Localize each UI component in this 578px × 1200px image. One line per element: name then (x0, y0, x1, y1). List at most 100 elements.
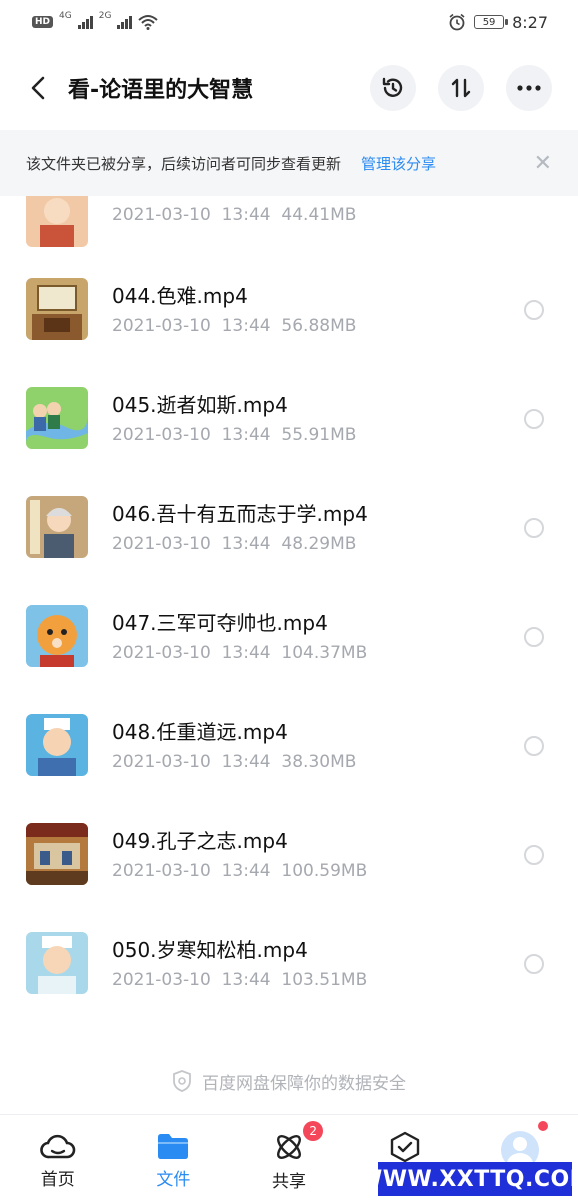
list-item[interactable]: 050.岁寒知松柏.mp4 2021-03-10 13:44 103.51MB (0, 924, 578, 1033)
status-right: 59 8:27 (448, 13, 548, 32)
hd-icon: HD (32, 16, 54, 28)
file-time: 13:44 (221, 861, 271, 881)
share-orbit-icon (277, 1135, 301, 1159)
more-button[interactable] (506, 65, 552, 111)
nav-files[interactable]: 文件 (116, 1115, 232, 1200)
video-thumbnail (26, 714, 88, 776)
manage-share-link[interactable]: 管理该分享 (361, 153, 436, 174)
file-time: 13:44 (221, 425, 271, 445)
wifi-icon (138, 15, 159, 30)
header: 看-论语里的大智慧 (0, 62, 578, 114)
file-time: 13:44 (221, 205, 271, 225)
share-count-badge: 2 (303, 1121, 324, 1141)
alarm-icon (449, 13, 465, 31)
file-size: 104.37MB (281, 643, 368, 663)
select-radio[interactable] (524, 627, 544, 647)
video-thumbnail (26, 823, 88, 885)
status-left: HD 4G 2G (32, 11, 159, 30)
file-meta: 2021-03-10 13:44 48.29MB (112, 534, 356, 554)
history-button[interactable] (370, 65, 416, 111)
file-time: 13:44 (221, 752, 271, 772)
file-name: 046.吾十有五而志于学.mp4 (112, 502, 368, 526)
notification-dot (538, 1121, 549, 1131)
file-meta: 2021-03-10 13:44 55.91MB (112, 425, 356, 445)
file-date: 2021-03-10 (112, 752, 211, 772)
file-date: 2021-03-10 (112, 316, 211, 336)
video-thumbnail (26, 278, 88, 340)
file-name: 044.色难.mp4 (112, 284, 248, 308)
file-meta: 2021-03-10 13:44 44.41MB (112, 205, 356, 225)
file-size: 38.30MB (281, 752, 357, 772)
file-date: 2021-03-10 (112, 643, 211, 663)
file-name: 048.任重道远.mp4 (112, 720, 288, 744)
list-item[interactable]: 046.吾十有五而志于学.mp4 2021-03-10 13:44 48.29M… (0, 488, 578, 597)
nav-home-label: 首页 (40, 1170, 75, 1190)
network-2g-label: 2G (98, 11, 112, 21)
share-notice-text: 该文件夹已被分享，后续访问者可同步查看更新 (26, 154, 342, 173)
file-size: 103.51MB (281, 970, 368, 990)
file-time: 13:44 (221, 316, 271, 336)
file-time: 13:44 (221, 970, 271, 990)
list-item[interactable]: 047.三军可夺帅也.mp4 2021-03-10 13:44 104.37MB (0, 597, 578, 706)
file-date: 2021-03-10 (112, 425, 211, 445)
battery-icon: 59 (474, 15, 509, 29)
back-button[interactable] (26, 68, 50, 108)
list-item[interactable]: 045.逝者如斯.mp4 2021-03-10 13:44 55.91MB (0, 379, 578, 488)
select-radio[interactable] (524, 518, 544, 538)
shield-icon (173, 1070, 191, 1092)
file-meta: 2021-03-10 13:44 38.30MB (112, 752, 356, 772)
file-size: 56.88MB (281, 316, 357, 336)
nav-home[interactable]: 首页 (0, 1115, 116, 1200)
file-list[interactable]: 2021-03-10 13:44 44.41MB 044.色难.mp4 2021… (0, 196, 578, 1056)
file-size: 100.59MB (281, 861, 368, 881)
close-icon[interactable]: ✕ (534, 151, 552, 176)
select-radio[interactable] (524, 409, 544, 429)
file-name: 045.逝者如斯.mp4 (112, 393, 288, 417)
file-date: 2021-03-10 (112, 861, 211, 881)
network-4g-label: 4G (59, 11, 72, 21)
video-thumbnail (26, 496, 88, 558)
file-meta: 2021-03-10 13:44 104.37MB (112, 643, 367, 663)
signal-icon (77, 15, 93, 29)
list-item[interactable]: 049.孔子之志.mp4 2021-03-10 13:44 100.59MB (0, 815, 578, 924)
list-item[interactable]: 048.任重道远.mp4 2021-03-10 13:44 38.30MB (0, 706, 578, 815)
list-item[interactable]: 044.色难.mp4 2021-03-10 13:44 56.88MB (0, 270, 578, 379)
file-name: 047.三军可夺帅也.mp4 (112, 611, 328, 635)
file-time: 13:44 (221, 643, 271, 663)
page-title: 看-论语里的大智慧 (68, 78, 254, 103)
video-thumbnail (26, 196, 88, 247)
file-date: 2021-03-10 (112, 205, 211, 225)
file-name: 049.孔子之志.mp4 (112, 829, 288, 853)
select-radio[interactable] (524, 845, 544, 865)
history-icon (382, 77, 403, 97)
select-radio[interactable] (524, 736, 544, 756)
cloud-icon (40, 1134, 76, 1159)
status-time: 8:27 (512, 12, 548, 32)
select-radio[interactable] (524, 954, 544, 974)
nav-files-label: 文件 (156, 1170, 191, 1190)
select-radio[interactable] (524, 300, 544, 320)
file-size: 48.29MB (281, 534, 357, 554)
video-thumbnail (26, 605, 88, 667)
data-safety-text: 百度网盘保障你的数据安全 (202, 1073, 406, 1094)
file-meta: 2021-03-10 13:44 103.51MB (112, 970, 367, 990)
file-date: 2021-03-10 (112, 970, 211, 990)
sort-button[interactable] (438, 65, 484, 111)
file-meta: 2021-03-10 13:44 56.88MB (112, 316, 356, 336)
signal-icon-2 (117, 15, 133, 29)
sort-icon (451, 78, 471, 98)
file-meta: 2021-03-10 13:44 100.59MB (112, 861, 367, 881)
back-arrow-icon (31, 76, 45, 100)
file-name: 050.岁寒知松柏.mp4 (112, 938, 308, 962)
cube-icon (390, 1131, 419, 1163)
file-size: 44.41MB (281, 205, 357, 225)
file-time: 13:44 (221, 534, 271, 554)
list-item[interactable]: 2021-03-10 13:44 44.41MB (0, 196, 578, 270)
folder-icon (158, 1134, 189, 1159)
nav-share[interactable]: 共享 2 (231, 1115, 347, 1200)
share-notice-bar: 该文件夹已被分享，后续访问者可同步查看更新 管理该分享 ✕ (0, 130, 578, 196)
more-icon (517, 85, 541, 91)
video-thumbnail (26, 387, 88, 449)
watermark-banner: WWW.XXTTQ.COM (358, 1162, 578, 1196)
data-safety-note: 百度网盘保障你的数据安全 (0, 1066, 578, 1096)
